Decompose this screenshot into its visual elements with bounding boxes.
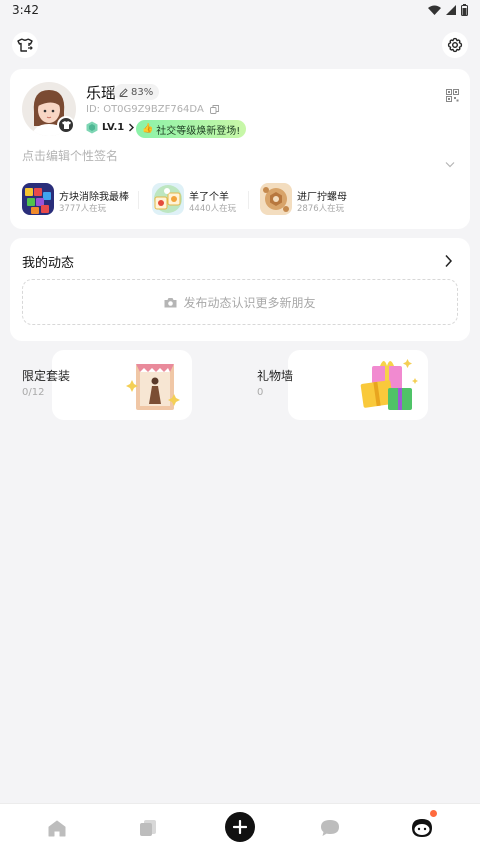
block-puzzle-game-icon [22,183,54,215]
game-name: 方块消除我最棒 [59,192,129,203]
chat-icon [321,820,339,836]
match-value: 83% [131,86,154,98]
moments-title[interactable]: 我的动态 [22,252,74,271]
gift-wall-count: 0 [257,387,264,398]
match-badge[interactable]: 83% [114,84,160,100]
profile-face-icon [412,819,432,837]
qr-code-icon [446,89,459,102]
sheep-game-icon [152,183,184,215]
settings-button[interactable] [442,32,468,58]
level-hexagon-icon [86,121,98,134]
add-icon [233,820,247,834]
bottom-nav [0,803,480,853]
chevron-down-icon [445,162,455,168]
limited-outfit-label: 限定套装 [22,369,71,383]
game-players: 4440人在玩 [189,204,237,214]
status-icons [428,4,468,16]
game-name: 进厂拧螺母 [297,192,347,203]
game-item[interactable]: 羊了个羊 4440人在玩 [152,183,252,217]
post-prompt: 发布动态认识更多新朋友 [183,295,316,310]
game-players: 3777人在玩 [59,204,107,214]
gift-boxes-icon [360,359,418,410]
notification-dot [430,810,437,817]
level-tag-text: 社交等级焕新登场! [156,125,241,137]
user-name: 乐瑶 [86,84,117,102]
game-item[interactable]: 方块消除我最棒 3777人在玩 [22,183,132,217]
limited-outfit-card[interactable] [52,350,192,420]
tab-cards[interactable] [134,814,162,842]
divider [248,191,249,209]
camera-icon [164,297,177,307]
shirt-icon [61,121,71,129]
user-id-row: ID: OT0G9Z9BZF764DA [86,104,219,115]
recent-games: 方块消除我最棒 3777人在玩 羊了个羊 4440人在玩 进厂拧螺母 2876人… [22,183,462,217]
signature-edit[interactable]: 点击编辑个性签名 [22,147,118,164]
tab-add[interactable] [225,812,255,842]
qr-code-button[interactable] [446,87,459,106]
copy-icon[interactable] [209,105,219,114]
wardrobe-swap-icon [17,38,33,52]
cell-signal-icon [446,5,456,15]
settings-gear-icon [447,37,463,53]
chevron-right-icon [129,123,135,132]
moments-more-button[interactable] [444,253,453,272]
tab-messages[interactable] [316,814,344,842]
gift-wall-label: 礼物墙 [257,369,294,383]
game-players: 2876人在玩 [297,204,345,214]
chevron-right-icon [445,254,453,268]
home-icon [48,820,66,836]
tab-profile[interactable] [408,814,436,842]
divider [138,191,139,209]
user-id: ID: OT0G9Z9BZF764DA [86,104,204,115]
wardrobe-swap-button[interactable] [12,32,38,58]
avatar-edit-badge[interactable] [57,116,75,134]
post-moment-button[interactable]: 发布动态认识更多新朋友 [22,279,458,325]
level-value: LV.1 [102,122,125,133]
thumbs-up-icon: 👍 [142,124,154,134]
expand-button[interactable] [445,153,455,172]
nut-screw-game-icon [260,183,292,215]
level-row[interactable]: LV.1 [86,121,135,134]
gift-wall-card[interactable] [288,350,428,420]
cards-icon [140,820,156,836]
wifi-icon [428,5,441,15]
battery-icon [461,4,468,16]
limited-outfit-count: 0/12 [22,387,45,398]
level-update-tag[interactable]: 👍 社交等级焕新登场! [136,120,247,138]
game-item[interactable]: 进厂拧螺母 2876人在玩 [260,183,360,217]
game-name: 羊了个羊 [189,192,229,203]
tab-home[interactable] [43,814,71,842]
status-time: 3:42 [12,3,39,17]
status-bar: 3:42 [0,0,480,22]
outfit-display-icon [126,364,180,410]
pencil-icon [119,87,128,97]
